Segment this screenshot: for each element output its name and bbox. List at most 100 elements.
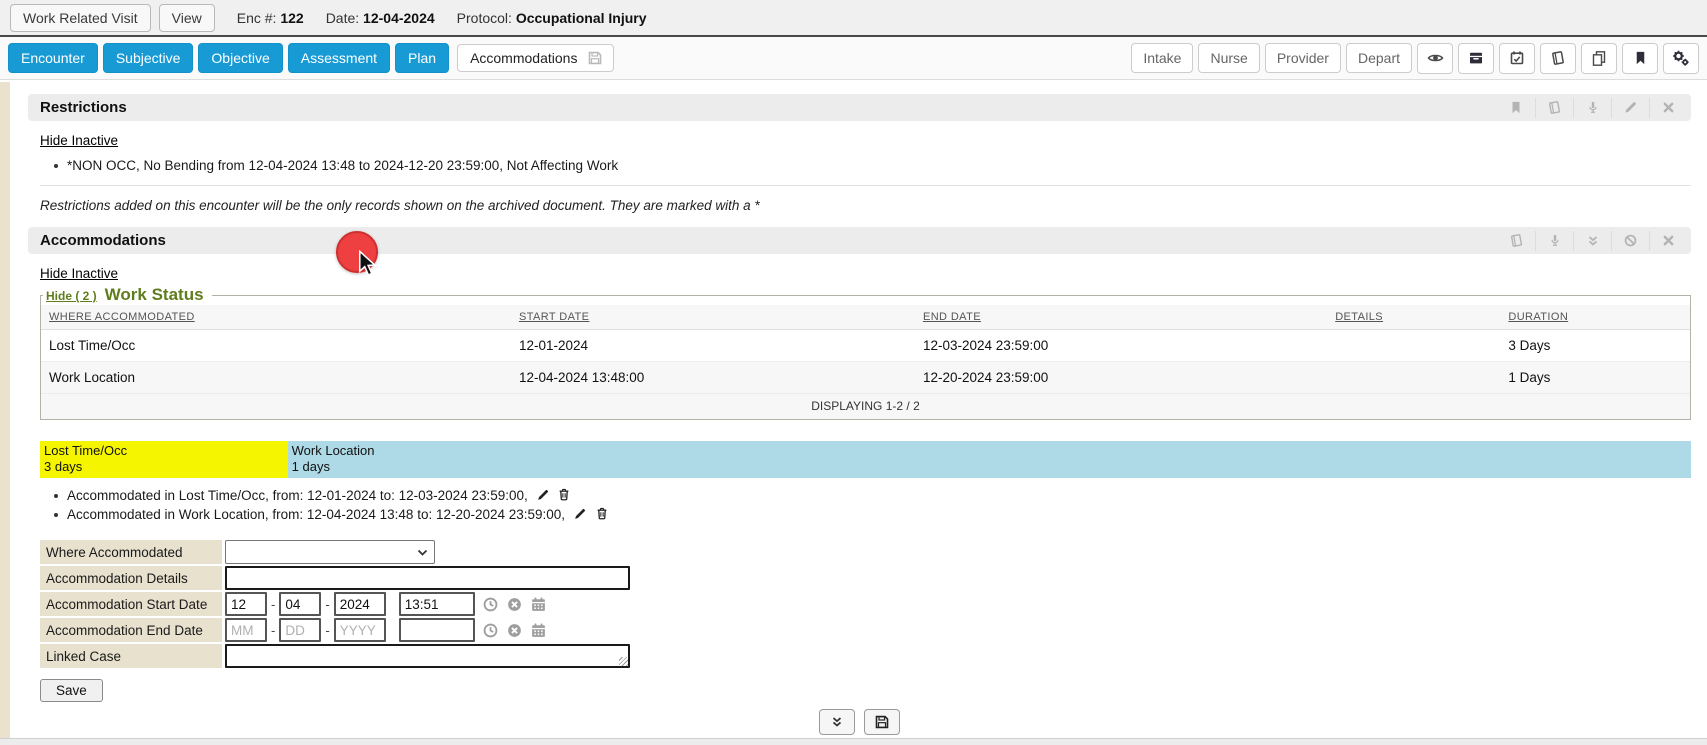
col-duration[interactable]: DURATION xyxy=(1500,305,1690,330)
book-icon[interactable] xyxy=(1497,231,1535,251)
cell-details xyxy=(1327,362,1500,394)
pencil-icon[interactable] xyxy=(573,507,587,521)
archive-icon[interactable] xyxy=(1458,43,1494,74)
collapse-icon[interactable] xyxy=(819,709,855,735)
gears-icon[interactable] xyxy=(1663,43,1699,74)
calendar-icon[interactable] xyxy=(530,622,547,639)
pencil-icon[interactable] xyxy=(536,488,550,502)
end-time-input[interactable] xyxy=(399,618,475,642)
col-where-accommodated[interactable]: WHERE ACCOMMODATED xyxy=(41,305,511,330)
enc-label: Enc #: xyxy=(237,10,277,26)
where-accommodated-select[interactable] xyxy=(225,540,435,564)
clear-circle-icon[interactable] xyxy=(506,596,523,613)
tab-subjective[interactable]: Subjective xyxy=(103,43,194,73)
click-indicator xyxy=(336,231,378,273)
restrictions-header-icons xyxy=(1497,98,1687,118)
copy-icon[interactable] xyxy=(1581,43,1617,74)
provider-button[interactable]: Provider xyxy=(1265,43,1341,73)
cell-duration: 1 Days xyxy=(1500,362,1690,394)
accommodation-form: Where Accommodated Accommodation Details… xyxy=(40,540,1691,702)
start-time-input[interactable] xyxy=(399,592,475,616)
save-icon[interactable] xyxy=(864,709,900,735)
intake-button[interactable]: Intake xyxy=(1131,43,1193,73)
calendar-icon[interactable] xyxy=(530,596,547,613)
close-icon[interactable] xyxy=(1649,98,1687,118)
start-month-input[interactable] xyxy=(225,592,267,616)
accommodation-timeline: Lost Time/Occ 3 days Work Location 1 day… xyxy=(40,441,1691,478)
tab-encounter[interactable]: Encounter xyxy=(8,43,98,73)
table-header-row: WHERE ACCOMMODATED START DATE END DATE D… xyxy=(41,305,1690,330)
restrictions-title: Restrictions xyxy=(40,99,127,116)
cell-where: Lost Time/Occ xyxy=(41,330,511,362)
date-separator: - xyxy=(325,597,329,612)
form-row-details: Accommodation Details xyxy=(40,566,1691,590)
accommodations-hide-inactive-link[interactable]: Hide Inactive xyxy=(40,266,118,281)
work-status-fieldset: Hide ( 2 ) Work Status WHERE ACCOMMODATE… xyxy=(40,285,1691,420)
tab-accommodations[interactable]: Accommodations xyxy=(457,44,614,72)
tab-objective[interactable]: Objective xyxy=(198,43,282,73)
protocol-value: Occupational Injury xyxy=(516,10,647,26)
form-row-where: Where Accommodated xyxy=(40,540,1691,564)
bookmark-icon[interactable] xyxy=(1622,43,1658,74)
accommodation-end-date-label: Accommodation End Date xyxy=(40,618,222,642)
linked-case-input[interactable] xyxy=(225,644,630,668)
mic-icon[interactable] xyxy=(1573,98,1611,118)
entry-text: Accommodated in Work Location, from: 12-… xyxy=(67,507,565,522)
book-icon[interactable] xyxy=(1535,98,1573,118)
end-year-input[interactable] xyxy=(334,618,386,642)
timeline-bar-work-location: Work Location 1 days xyxy=(288,441,1691,478)
table-row: Lost Time/Occ 12-01-2024 12-03-2024 23:5… xyxy=(41,330,1690,362)
start-day-input[interactable] xyxy=(279,592,321,616)
book-icon[interactable] xyxy=(1540,43,1576,74)
cell-end: 12-20-2024 23:59:00 xyxy=(915,362,1327,394)
start-year-input[interactable] xyxy=(334,592,386,616)
bookmark-icon[interactable] xyxy=(1497,98,1535,118)
work-related-visit-button[interactable]: Work Related Visit xyxy=(10,4,151,32)
date-separator: - xyxy=(271,623,275,638)
nurse-button[interactable]: Nurse xyxy=(1198,43,1259,73)
encounter-date: Date: 12-04-2024 xyxy=(326,10,435,26)
cursor-arrow-icon xyxy=(356,250,380,276)
col-details[interactable]: DETAILS xyxy=(1327,305,1500,330)
form-row-linked-case: Linked Case xyxy=(40,644,1691,668)
accommodation-start-date-label: Accommodation Start Date xyxy=(40,592,222,616)
date-label: Date: xyxy=(326,10,359,26)
accommodation-details-input[interactable] xyxy=(225,566,630,590)
end-day-input[interactable] xyxy=(279,618,321,642)
collapse-icon[interactable] xyxy=(1573,231,1611,251)
timeline-bar-duration: 3 days xyxy=(44,459,288,475)
top-bar: Work Related Visit View Enc #: 122 Date:… xyxy=(0,0,1707,37)
ban-icon[interactable] xyxy=(1611,231,1649,251)
view-button[interactable]: View xyxy=(159,4,215,32)
cell-start: 12-01-2024 xyxy=(511,330,915,362)
accommodations-header-icons xyxy=(1497,231,1687,251)
cell-start: 12-04-2024 13:48:00 xyxy=(511,362,915,394)
protocol-label: Protocol: xyxy=(457,10,512,26)
list-item: Accommodated in Work Location, from: 12-… xyxy=(54,506,1691,524)
clock-icon[interactable] xyxy=(482,596,499,613)
pencil-icon[interactable] xyxy=(1611,98,1649,118)
work-status-hide-link[interactable]: Hide ( 2 ) xyxy=(46,289,97,303)
accommodation-details-label: Accommodation Details xyxy=(40,566,222,590)
save-button[interactable]: Save xyxy=(40,679,103,702)
trash-icon[interactable] xyxy=(557,487,571,502)
col-end-date[interactable]: END DATE xyxy=(915,305,1327,330)
tab-assessment[interactable]: Assessment xyxy=(288,43,390,73)
calendar-check-icon[interactable] xyxy=(1499,43,1535,74)
accommodations-section-header: Accommodations xyxy=(28,227,1691,254)
form-row-start-date: Accommodation Start Date - - xyxy=(40,592,1691,616)
mic-icon[interactable] xyxy=(1535,231,1573,251)
restrictions-hide-inactive-link[interactable]: Hide Inactive xyxy=(40,133,118,148)
close-icon[interactable] xyxy=(1649,231,1687,251)
restriction-item: *NON OCC, No Bending from 12-04-2024 13:… xyxy=(54,157,1691,175)
depart-button[interactable]: Depart xyxy=(1346,43,1412,73)
eye-icon[interactable] xyxy=(1417,43,1453,74)
clock-icon[interactable] xyxy=(482,622,499,639)
where-accommodated-label: Where Accommodated xyxy=(40,540,222,564)
trash-icon[interactable] xyxy=(595,506,609,521)
end-month-input[interactable] xyxy=(225,618,267,642)
clear-circle-icon[interactable] xyxy=(506,622,523,639)
tab-plan[interactable]: Plan xyxy=(395,43,449,73)
save-icon[interactable] xyxy=(587,50,603,66)
col-start-date[interactable]: START DATE xyxy=(511,305,915,330)
